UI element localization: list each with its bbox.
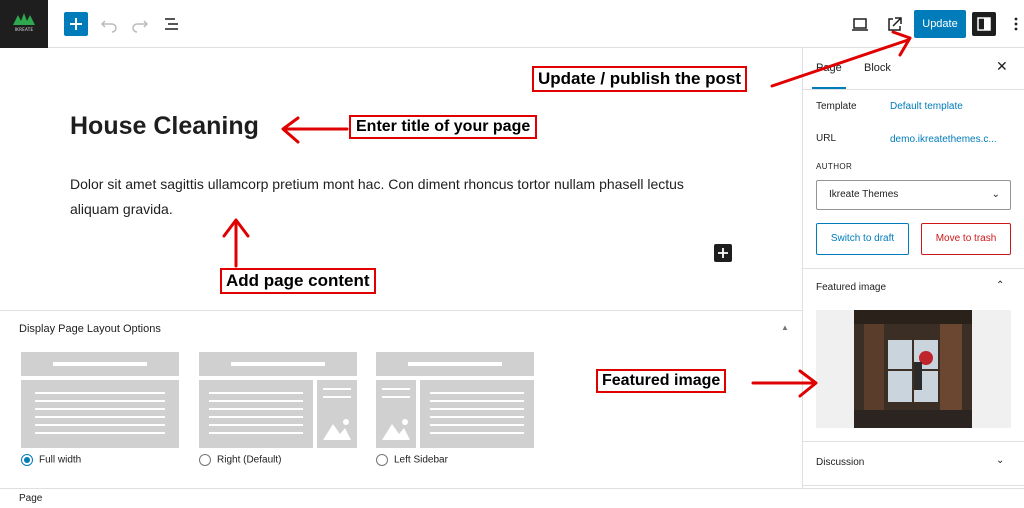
- sidebar-icon: [977, 17, 991, 31]
- redo-button[interactable]: [128, 12, 152, 36]
- preview-button[interactable]: [848, 12, 872, 36]
- radio-right[interactable]: [199, 454, 211, 466]
- url-link[interactable]: demo.ikreatethemes.c...: [890, 134, 997, 145]
- layout-option-right[interactable]: Right (Default): [199, 454, 281, 468]
- chevron-up-icon[interactable]: ⌃: [996, 280, 1004, 291]
- switch-to-draft-button[interactable]: Switch to draft: [816, 223, 909, 255]
- undo-icon: [100, 20, 117, 33]
- metabox-title: Display Page Layout Options: [19, 323, 161, 335]
- author-label: AUTHOR: [816, 162, 853, 171]
- full-width-layout-icon: [21, 352, 179, 448]
- more-vertical-icon: [1014, 17, 1018, 31]
- settings-toggle-button[interactable]: [972, 12, 996, 36]
- add-block-button[interactable]: [64, 12, 88, 36]
- right-sidebar-layout-icon: [199, 352, 357, 448]
- tab-page[interactable]: Page: [816, 62, 842, 74]
- logo-text: IKREATE: [14, 27, 34, 32]
- redo-icon: [132, 20, 149, 33]
- status-footer: [0, 488, 1024, 508]
- page-title-input[interactable]: House Cleaning: [70, 112, 259, 141]
- radio-left-sidebar[interactable]: [376, 454, 388, 466]
- chevron-down-icon[interactable]: ⌄: [996, 455, 1004, 466]
- paragraph-block[interactable]: Dolor sit amet sagittis ullamcorp pretiu…: [70, 172, 730, 222]
- url-label: URL: [816, 133, 837, 144]
- annotation-update: Update / publish the post: [532, 66, 748, 92]
- featured-image[interactable]: [854, 310, 972, 428]
- annotation-title: Enter title of your page: [349, 115, 538, 139]
- divider: [803, 268, 1024, 269]
- desktop-icon: [852, 18, 868, 31]
- featured-image-panel-title[interactable]: Featured image: [816, 282, 886, 293]
- layout-thumbnail-right-sidebar[interactable]: [199, 352, 357, 448]
- block-inserter-button[interactable]: [714, 244, 732, 262]
- left-sidebar-layout-icon: [376, 352, 534, 448]
- logo-mark-icon: [13, 13, 35, 25]
- divider: [803, 89, 1024, 90]
- plus-icon: [718, 248, 728, 258]
- list-view-icon: [165, 18, 178, 30]
- update-button[interactable]: Update: [914, 10, 966, 38]
- divider: [803, 441, 1024, 442]
- external-link-icon: [888, 17, 902, 31]
- radio-full-width[interactable]: [21, 454, 33, 466]
- layout-option-left-sidebar[interactable]: Left Sidebar: [376, 454, 448, 468]
- move-to-trash-button[interactable]: Move to trash: [921, 223, 1011, 255]
- undo-button[interactable]: [97, 12, 121, 36]
- author-select[interactable]: Ikreate Themes ⌄: [816, 180, 1011, 210]
- plus-icon: [70, 18, 82, 30]
- close-icon[interactable]: ✕: [996, 58, 1008, 75]
- tab-block[interactable]: Block: [864, 62, 891, 74]
- annotation-featured: Featured image: [596, 369, 727, 393]
- divider: [803, 485, 1024, 486]
- template-label: Template: [816, 101, 857, 112]
- site-logo[interactable]: IKREATE: [0, 0, 48, 48]
- template-link[interactable]: Default template: [890, 101, 963, 112]
- layout-option-full-width[interactable]: Full width: [21, 454, 81, 468]
- featured-image-photo: [854, 310, 972, 428]
- layout-thumbnail-left-sidebar[interactable]: [376, 352, 534, 448]
- options-menu-button[interactable]: [1008, 14, 1024, 34]
- author-value: Ikreate Themes: [829, 189, 899, 200]
- breadcrumb[interactable]: Page: [19, 493, 42, 504]
- annotation-content: Add page content: [220, 268, 376, 294]
- collapse-caret-icon[interactable]: ▲: [781, 323, 789, 332]
- layout-thumbnail-full-width[interactable]: [21, 352, 179, 448]
- view-page-button[interactable]: [882, 12, 906, 36]
- document-overview-button[interactable]: [160, 12, 184, 36]
- discussion-panel-title[interactable]: Discussion: [816, 457, 864, 468]
- chevron-down-icon: ⌄: [991, 189, 1000, 200]
